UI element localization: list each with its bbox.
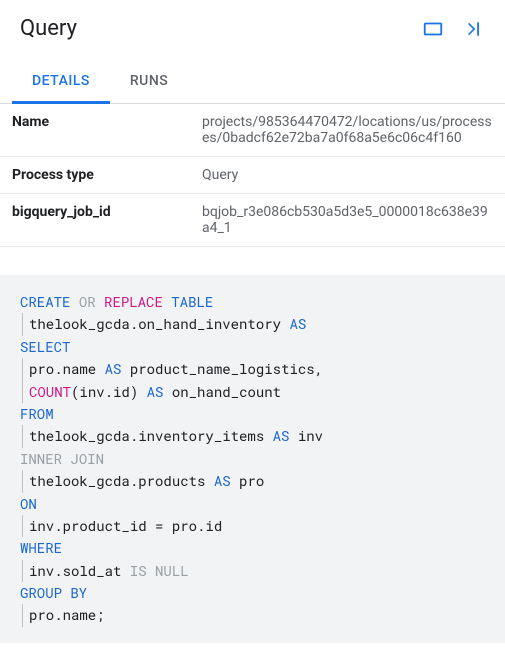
code: pro.name; (29, 605, 105, 624)
kw: WHERE (20, 538, 62, 557)
row-label: Process type (0, 157, 190, 194)
row-label: Name (0, 104, 190, 157)
kw: AS (214, 471, 231, 490)
kw: CREATE (20, 292, 70, 311)
table-row: Name projects/985364470472/locations/us/… (0, 104, 505, 157)
kw: AS (105, 359, 122, 378)
header-actions (421, 17, 485, 41)
collapse-panel-icon[interactable] (461, 17, 485, 41)
kw: JOIN (70, 449, 104, 468)
page-title: Query (20, 16, 77, 41)
tabs: DETAILS RUNS (0, 61, 505, 104)
kw: AS (147, 382, 164, 401)
kw: SELECT (20, 337, 70, 356)
code: pro.name (29, 359, 105, 378)
row-value: Query (190, 157, 505, 194)
kw: FROM (20, 404, 54, 423)
row-value: bqjob_r3e086cb530a5d3e5_0000018c638e39a4… (190, 194, 505, 247)
code: inv.sold_at (29, 561, 130, 580)
code: thelook_gcda.on_hand_inventory (29, 314, 289, 333)
table-row: bigquery_job_id bqjob_r3e086cb530a5d3e5_… (0, 194, 505, 247)
code: inv (289, 426, 323, 445)
kw: GROUP BY (20, 583, 87, 602)
tab-runs[interactable]: RUNS (110, 61, 188, 104)
table-row: Process type Query (0, 157, 505, 194)
sql-code-block: CREATE OR REPLACE TABLE thelook_gcda.on_… (0, 275, 505, 643)
code: (inv.id) (71, 382, 147, 401)
kw: ON (20, 494, 37, 513)
kw: INNER (20, 449, 62, 468)
code: pro (231, 471, 265, 490)
kw: TABLE (171, 292, 213, 311)
code: thelook_gcda.products (29, 471, 214, 490)
code: product_name_logistics, (121, 359, 323, 378)
split-pane-icon[interactable] (421, 17, 445, 41)
kw: COUNT (29, 382, 71, 401)
kw: AS (273, 426, 290, 445)
kw: OR (79, 292, 96, 311)
kw: IS NULL (130, 561, 189, 580)
row-label: bigquery_job_id (0, 194, 190, 247)
row-value: projects/985364470472/locations/us/proce… (190, 104, 505, 157)
details-table: Name projects/985364470472/locations/us/… (0, 104, 505, 247)
tab-details[interactable]: DETAILS (12, 61, 110, 104)
code: on_hand_count (163, 382, 281, 401)
kw: AS (289, 314, 306, 333)
code: inv.product_id = pro.id (29, 516, 222, 535)
kw: REPLACE (104, 292, 163, 311)
code: thelook_gcda.inventory_items (29, 426, 273, 445)
